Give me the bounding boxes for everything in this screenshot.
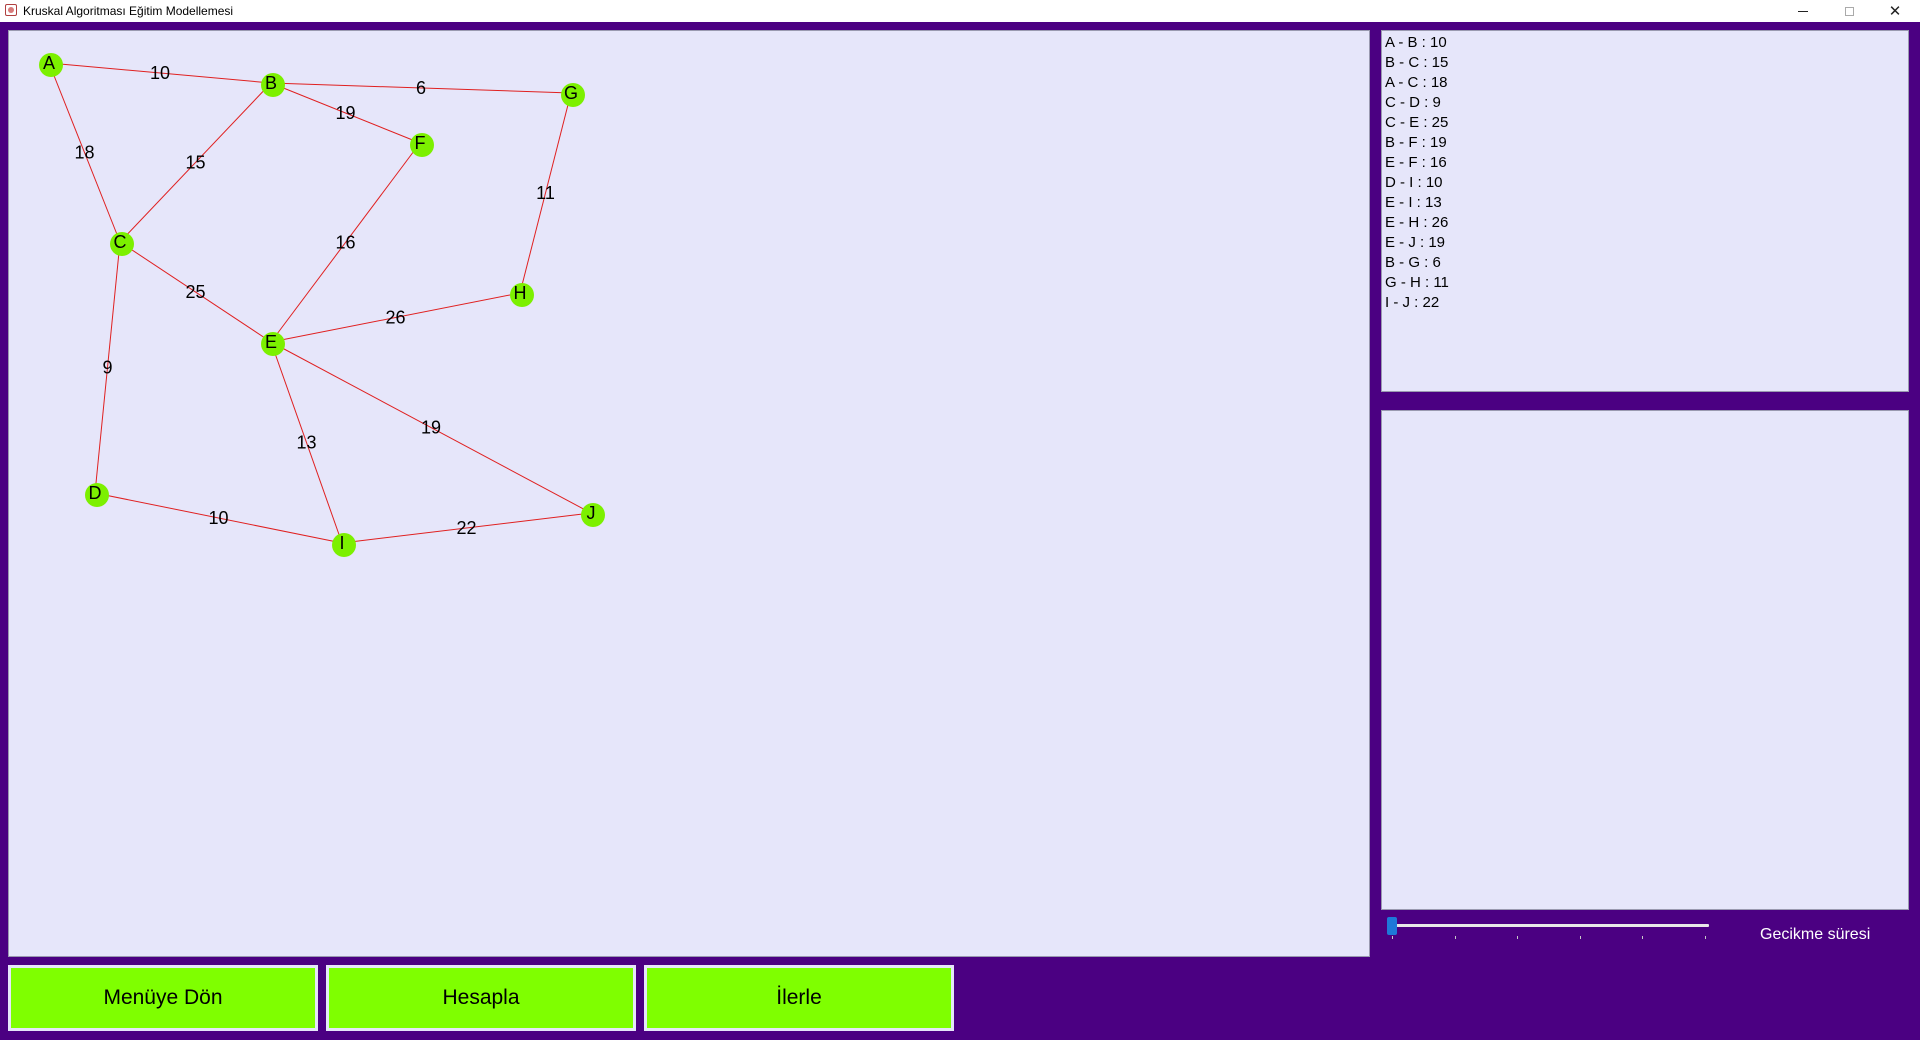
app-icon: [5, 4, 17, 16]
nodes-layer: A B C D E F G H I J: [39, 53, 605, 557]
edge-list-item: I - J : 22: [1385, 294, 1440, 311]
edge-list-item: G - H : 11: [1385, 274, 1449, 291]
menu-button[interactable]: Menüye Dön: [8, 965, 318, 1031]
minimize-icon: [1798, 10, 1808, 12]
edge-list-item: A - B : 10: [1385, 34, 1447, 51]
edges-layer: [48, 62, 592, 544]
edge-list-item: C - D : 9: [1385, 94, 1441, 111]
graph-drawing: A B C D E F G H I J 10 15 18 9 25 19 16 10 13 26 19 6 11 22: [39, 53, 605, 557]
edge-weight-label: 19: [421, 418, 441, 438]
graph-node-label: D: [89, 483, 102, 503]
edge-list-item: E - J : 19: [1385, 234, 1446, 251]
graph-node-label: E: [265, 332, 277, 352]
window-title: Kruskal Algoritması Eğitim Modellemesi: [23, 4, 234, 18]
calculate-button[interactable]: Hesapla: [326, 965, 636, 1031]
graph-node-label: C: [114, 232, 127, 252]
edge-list-item: E - F : 16: [1385, 154, 1447, 171]
slider-tick: [1579, 936, 1581, 939]
edge-list-item: A - C : 18: [1385, 74, 1448, 91]
edge-weight-label: 10: [208, 508, 228, 528]
next-button[interactable]: İlerle: [644, 965, 954, 1031]
edge-weight-label: 11: [536, 183, 555, 203]
edge-weight-label: 19: [335, 103, 355, 123]
graph-node-label: H: [514, 283, 527, 303]
restore-button[interactable]: [1826, 0, 1872, 22]
graph-node-label: I: [339, 533, 344, 553]
result-panel[interactable]: [1381, 410, 1909, 910]
close-button[interactable]: ✕: [1872, 0, 1918, 22]
edge-weight-label: 26: [385, 308, 405, 328]
graph-node-label: B: [265, 73, 277, 93]
edge-list: A - B : 10 B - C : 15 A - C : 18 C - D : 9 C…: [1385, 33, 1905, 313]
edge-weight-label: 25: [185, 282, 205, 302]
delay-slider[interactable]: [1387, 915, 1713, 945]
edge-list-item: D - I : 10: [1385, 174, 1443, 191]
edge-weight-label: 18: [74, 143, 94, 163]
title-bar: Kruskal Algoritması Eğitim Modellemesi ✕: [0, 0, 1920, 22]
edge-list-item: E - H : 26: [1385, 214, 1449, 231]
graph-node-label: A: [43, 53, 55, 73]
edge-list-item: B - G : 6: [1385, 254, 1441, 271]
graph-node-label: J: [587, 503, 596, 523]
slider-tick: [1517, 936, 1519, 939]
delay-label: Gecikme süresi: [1760, 926, 1871, 943]
edge-list-item: C - E : 25: [1385, 114, 1449, 131]
edge-weight-label: 22: [456, 518, 476, 538]
edge-list-item: B - C : 15: [1385, 54, 1449, 71]
app-window: Kruskal Algoritması Eğitim Modellemesi ✕…: [0, 0, 1920, 1040]
graph-canvas[interactable]: A B C D E F G H I J 10 15 18 9 25 19 16 10 13 26 19 6 11 22: [8, 30, 1370, 957]
edge-weight-label: 10: [150, 63, 170, 83]
edge-weight-label: 15: [185, 153, 205, 173]
slider-thumb[interactable]: [1387, 917, 1397, 935]
edge-weight-label: 9: [102, 358, 112, 378]
edge-list-item: B - F : 19: [1385, 134, 1447, 151]
minimize-button[interactable]: [1780, 0, 1826, 22]
restore-icon: [1844, 6, 1854, 16]
graph-node-label: G: [564, 83, 578, 103]
close-icon: ✕: [1888, 3, 1902, 20]
edge-weight-label: 6: [416, 78, 426, 98]
slider-track[interactable]: [1391, 924, 1709, 927]
graph-node-label: F: [415, 133, 426, 153]
edge-list-item: E - I : 13: [1385, 194, 1442, 211]
slider-tick: [1454, 936, 1456, 939]
slider-tick: [1392, 936, 1393, 939]
edge-weight-label: 16: [335, 233, 355, 253]
slider-tick: [1642, 936, 1644, 939]
slider-tick: [1705, 936, 1706, 939]
edge-list-panel[interactable]: A - B : 10 B - C : 15 A - C : 18 C - D : 9 C…: [1381, 30, 1909, 392]
edge-weight-label: 13: [296, 433, 316, 453]
